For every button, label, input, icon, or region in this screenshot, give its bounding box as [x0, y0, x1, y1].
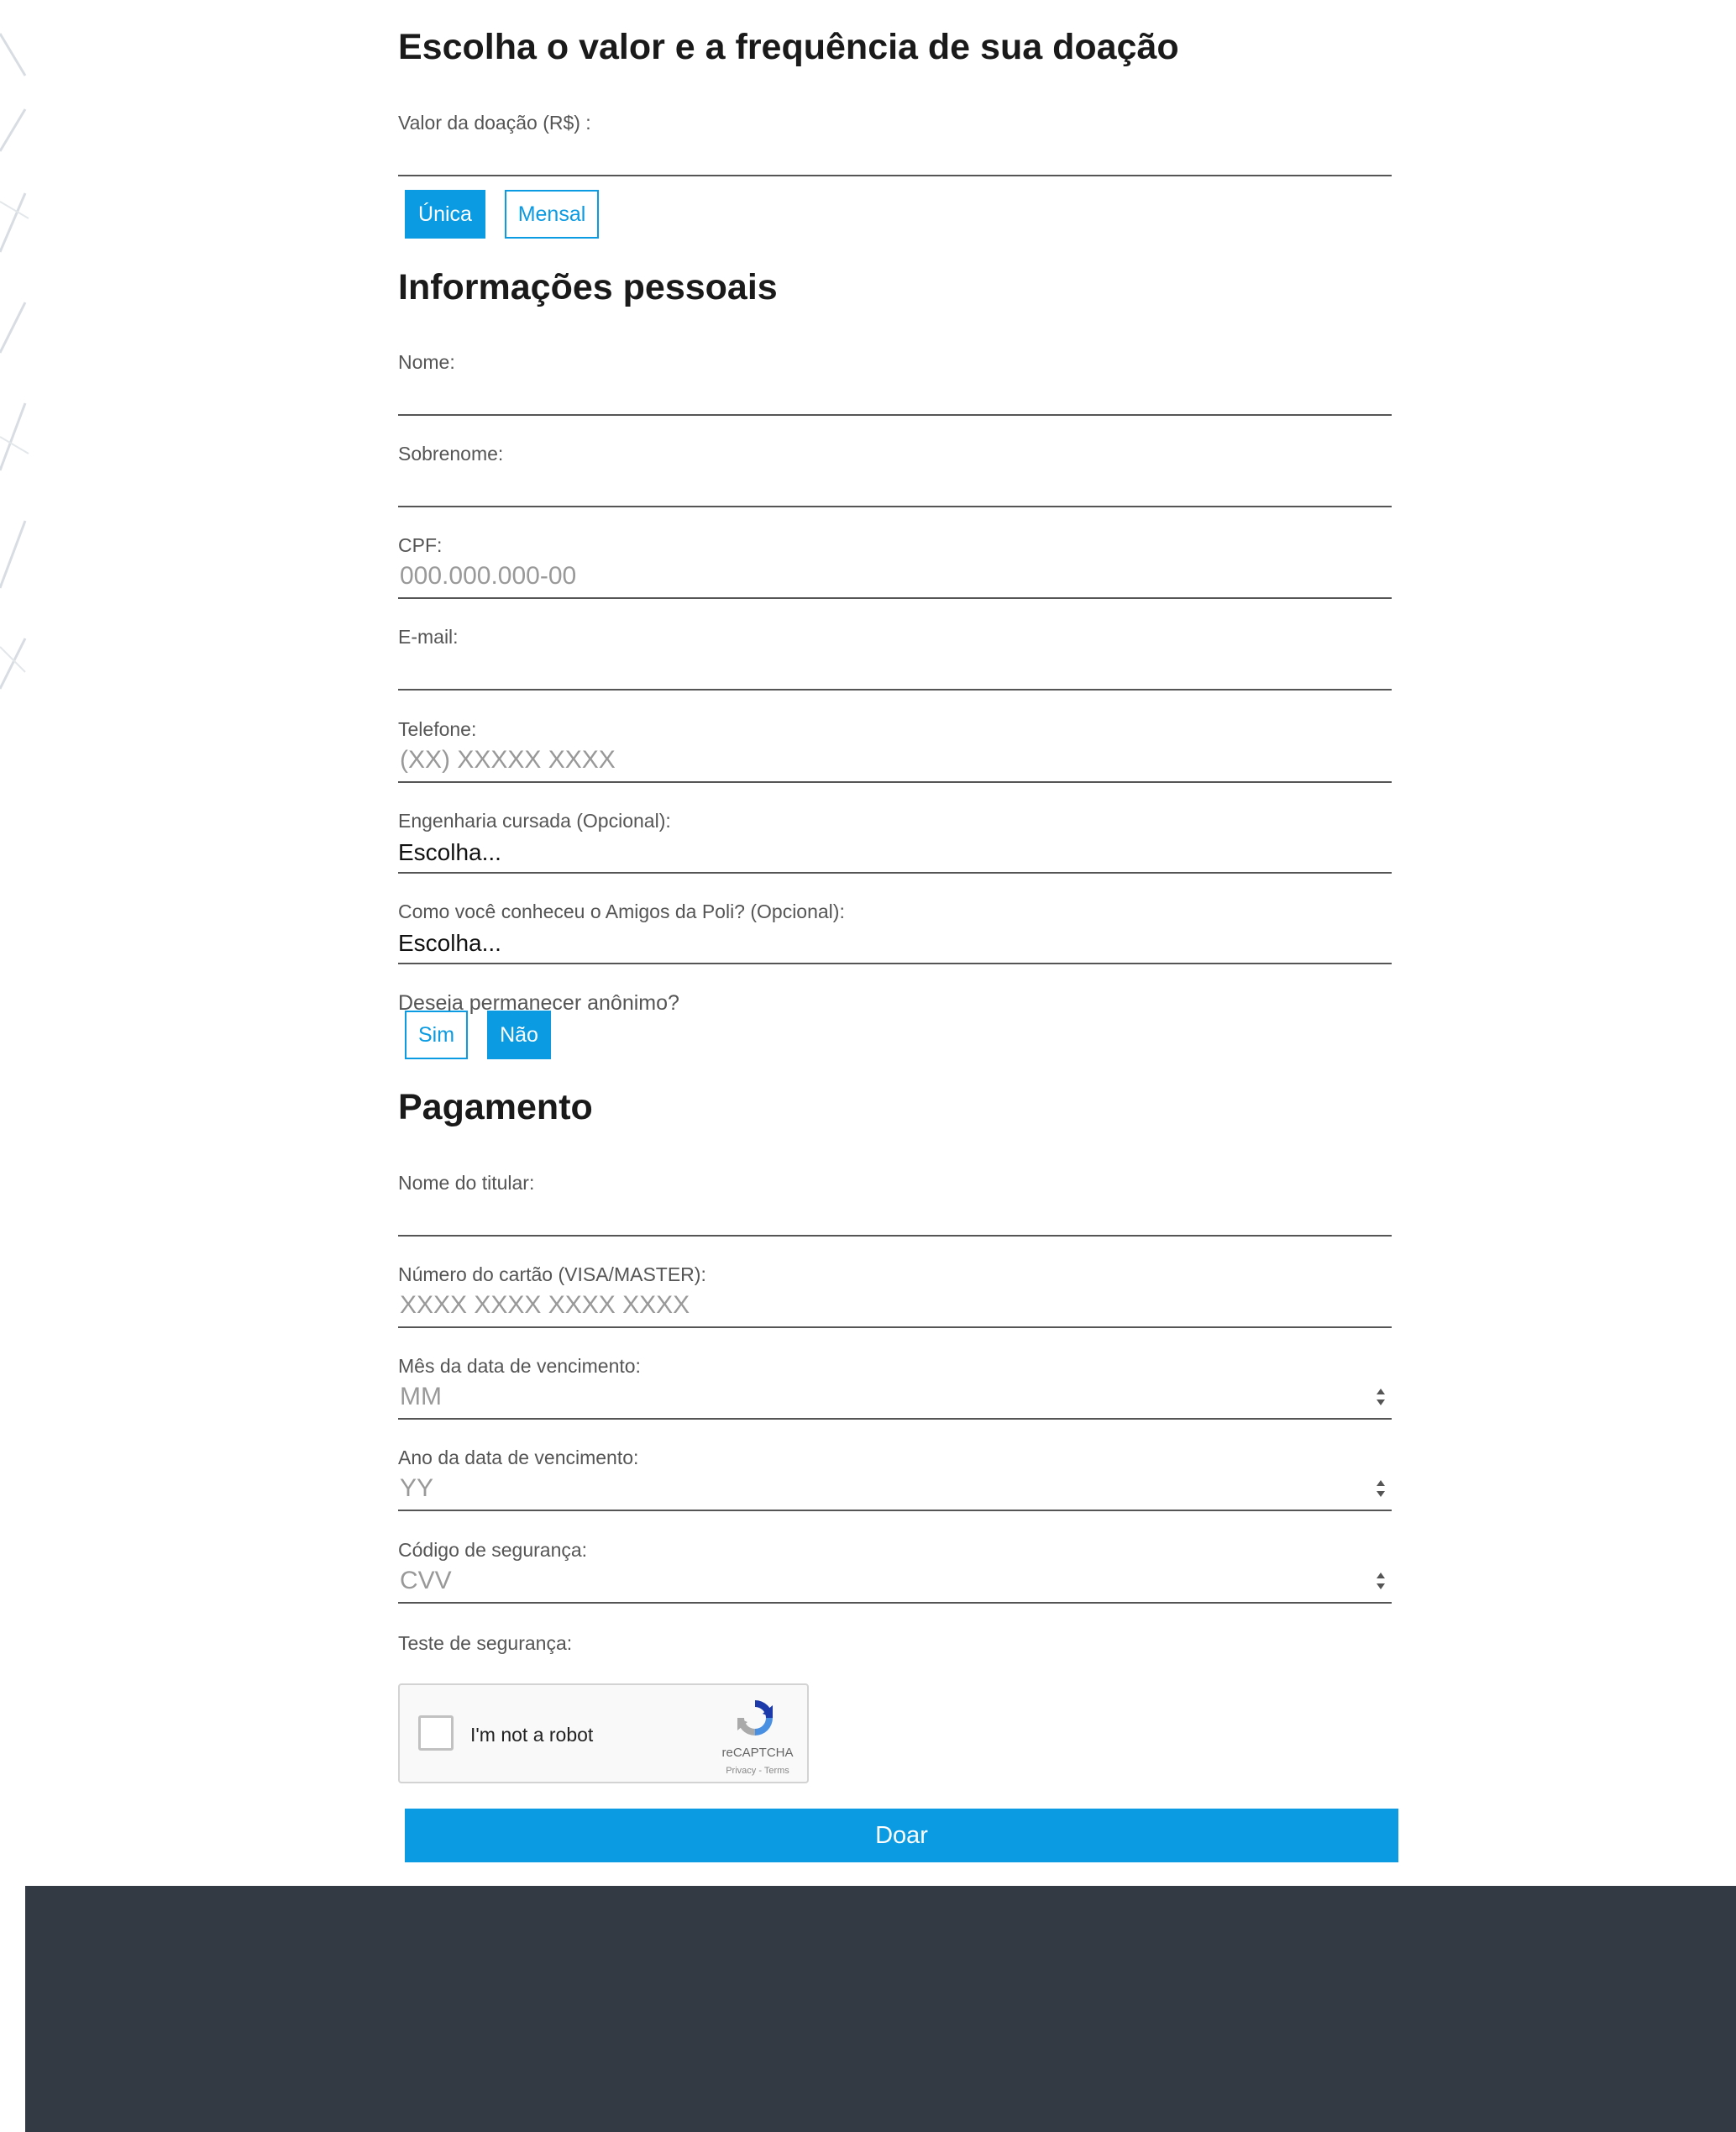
expiry-year-input[interactable]: YY: [400, 1474, 433, 1503]
section-title-payment: Pagamento: [398, 1087, 593, 1127]
engineering-label: Engenharia cursada (Opcional):: [398, 810, 671, 832]
source-select[interactable]: Como você conheceu o Amigos da Poli? (Op…: [398, 898, 1392, 964]
cvv-label: Código de segurança:: [398, 1539, 588, 1561]
card-number-label: Número do cartão (VISA/MASTER):: [398, 1263, 706, 1285]
cvv-field[interactable]: Código de segurança: CVV: [398, 1536, 1392, 1604]
frequency-monthly-button[interactable]: Mensal: [505, 190, 599, 239]
cpf-field[interactable]: CPF: 000.000.000-00: [398, 532, 1392, 599]
phone-label: Telefone:: [398, 718, 477, 740]
expiry-year-label: Ano da data de vencimento:: [398, 1447, 639, 1468]
email-field[interactable]: E-mail:: [398, 623, 1392, 691]
engineering-value: Escolha...: [398, 839, 501, 865]
holder-name-label: Nome do titular:: [398, 1172, 535, 1194]
recaptcha-brand: reCAPTCHA: [721, 1746, 794, 1760]
stepper-arrows-icon[interactable]: [1375, 1570, 1387, 1592]
source-label: Como você conheceu o Amigos da Poli? (Op…: [398, 901, 845, 922]
name-field[interactable]: Nome:: [398, 349, 1392, 416]
amount-field[interactable]: Valor da doação (R$) :: [398, 109, 1392, 176]
amount-label: Valor da doação (R$) :: [398, 112, 591, 134]
name-label: Nome:: [398, 351, 455, 373]
expiry-month-field[interactable]: Mês da data de vencimento: MM: [398, 1352, 1392, 1420]
recaptcha-links[interactable]: Privacy - Terms: [716, 1766, 800, 1776]
recaptcha-widget: I'm not a robot reCAPTCHA Privacy - Term…: [398, 1683, 809, 1783]
recaptcha-text: I'm not a robot: [470, 1724, 594, 1746]
expiry-month-input[interactable]: MM: [400, 1383, 442, 1411]
section-title-donation: Escolha o valor e a frequência de sua do…: [398, 27, 1179, 67]
email-label: E-mail:: [398, 626, 459, 648]
page-footer: [25, 1886, 1736, 2132]
donate-button[interactable]: Doar: [405, 1809, 1398, 1862]
phone-input[interactable]: (XX) XXXXX XXXX: [400, 746, 616, 775]
decorative-background-lines: [0, 33, 29, 690]
cpf-input[interactable]: 000.000.000-00: [400, 562, 576, 591]
anonymous-yes-button[interactable]: Sim: [405, 1011, 468, 1059]
engineering-select[interactable]: Engenharia cursada (Opcional): Escolha..…: [398, 807, 1392, 874]
anonymous-no-button[interactable]: Não: [487, 1011, 551, 1059]
card-number-input[interactable]: XXXX XXXX XXXX XXXX: [400, 1291, 690, 1320]
surname-field[interactable]: Sobrenome:: [398, 440, 1392, 507]
recaptcha-logo-icon: [737, 1700, 773, 1736]
stepper-arrows-icon[interactable]: [1375, 1478, 1387, 1499]
card-number-field[interactable]: Número do cartão (VISA/MASTER): XXXX XXX…: [398, 1261, 1392, 1328]
expiry-year-field[interactable]: Ano da data de vencimento: YY: [398, 1444, 1392, 1511]
frequency-once-button[interactable]: Única: [405, 190, 485, 239]
recaptcha-checkbox[interactable]: [418, 1715, 454, 1751]
cpf-label: CPF:: [398, 534, 443, 556]
source-value: Escolha...: [398, 930, 501, 956]
surname-label: Sobrenome:: [398, 443, 504, 465]
cvv-input[interactable]: CVV: [400, 1567, 452, 1595]
holder-name-field[interactable]: Nome do titular:: [398, 1169, 1392, 1237]
expiry-month-label: Mês da data de vencimento:: [398, 1355, 641, 1377]
security-test-label: Teste de segurança:: [398, 1632, 573, 1654]
phone-field[interactable]: Telefone: (XX) XXXXX XXXX: [398, 716, 1392, 783]
stepper-arrows-icon[interactable]: [1375, 1386, 1387, 1408]
section-title-personal: Informações pessoais: [398, 267, 778, 307]
